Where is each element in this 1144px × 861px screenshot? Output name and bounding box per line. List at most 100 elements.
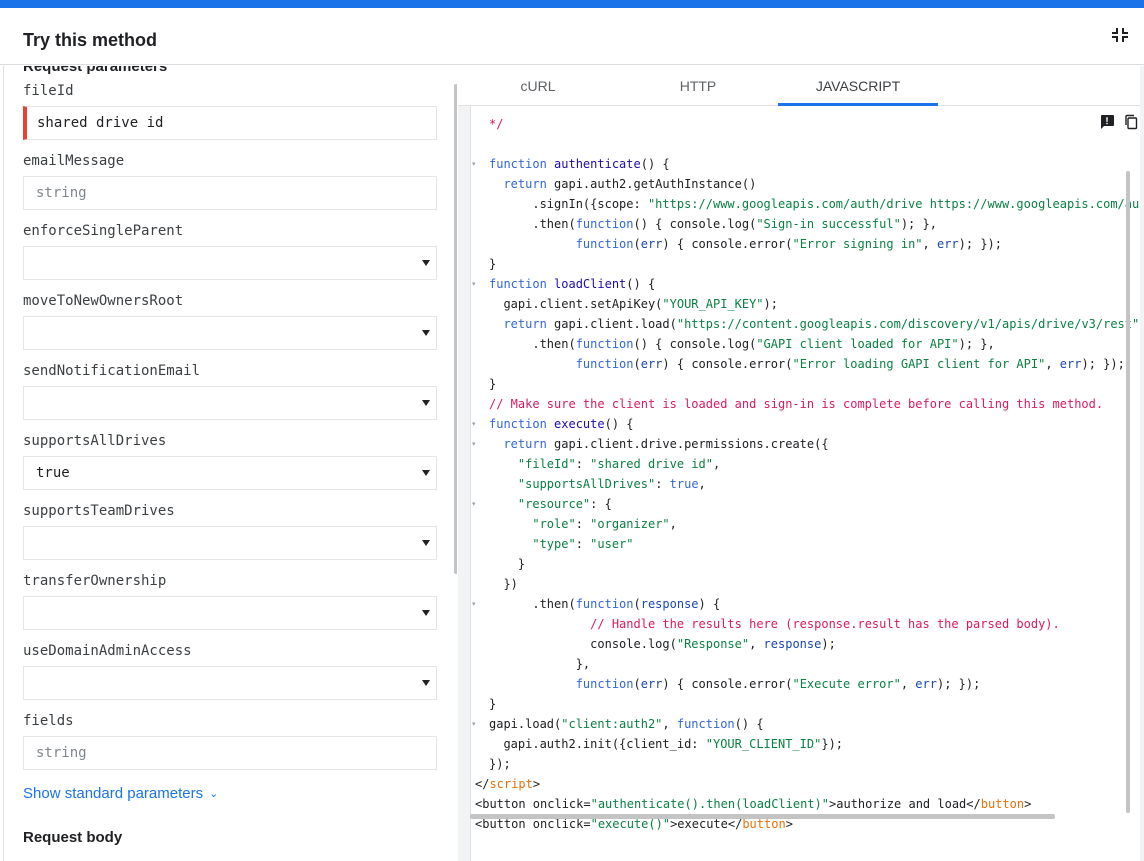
code-token: () { console.log( — [633, 337, 757, 351]
code-token: execute — [554, 417, 605, 431]
code-token: }); — [821, 737, 844, 751]
param-select[interactable] — [23, 666, 437, 700]
fold-arrow-icon[interactable]: ▾ — [472, 280, 476, 288]
code-line: // Make sure the client is loaded and si… — [489, 394, 1103, 414]
fold-arrow-icon[interactable]: ▾ — [472, 600, 476, 608]
code-token: button — [742, 817, 786, 831]
code-token: : — [655, 477, 670, 491]
code-line: }) — [489, 574, 518, 594]
code-actions — [1099, 114, 1140, 132]
code-line: console.log("Response", response); — [489, 634, 836, 654]
code-token: } — [489, 257, 497, 271]
code-token: > — [532, 777, 541, 791]
code-token: "Sign-in successful" — [756, 217, 901, 231]
param-select[interactable] — [23, 386, 437, 420]
code-token: ); }); — [936, 677, 981, 691]
code-token: gapi.client.load( — [546, 317, 677, 331]
code-line: function execute() { — [489, 414, 634, 434]
code-token: () { — [626, 277, 656, 291]
code-token: button — [980, 797, 1025, 811]
param-input[interactable]: string — [23, 736, 437, 770]
param-select[interactable] — [23, 596, 437, 630]
fold-arrow-icon[interactable]: ▾ — [472, 500, 476, 508]
param-input[interactable]: shared drive id — [23, 106, 437, 140]
code-line: return gapi.auth2.getAuthInstance() — [489, 174, 756, 194]
code-line: } — [489, 374, 496, 394]
code-token: }, — [489, 657, 591, 671]
fold-arrow-icon[interactable]: ▾ — [472, 160, 476, 168]
code-line: function loadClient() { — [489, 274, 655, 294]
param-label: enforceSingleParent — [23, 223, 184, 239]
code-line: }, — [489, 654, 590, 674]
param-useDomainAdminAccess: useDomainAdminAccess — [23, 640, 437, 700]
feedback-icon[interactable] — [1099, 114, 1115, 130]
code-token: response — [640, 597, 699, 611]
code-token: "execute()" — [590, 817, 671, 831]
param-label: supportsTeamDrives — [23, 503, 175, 519]
code-token: <button onclick= — [475, 817, 591, 831]
dropdown-caret-icon — [422, 260, 430, 266]
show-standard-label: Show standard parameters — [23, 785, 204, 802]
code-line: .then(function() { console.log("Sign-in … — [489, 214, 937, 234]
code-line: gapi.client.setApiKey("YOUR_API_KEY"); — [489, 294, 778, 314]
left-scrollbar[interactable] — [454, 84, 457, 574]
code-token: err — [1059, 357, 1082, 371]
tab-http[interactable]: HTTP — [618, 66, 778, 106]
code-token: () { — [734, 717, 764, 731]
code-horizontal-scrollbar[interactable] — [470, 814, 1055, 819]
code-token: gapi.client.setApiKey( — [489, 297, 663, 311]
code-token: "Error signing in" — [792, 237, 923, 251]
param-emailMessage: emailMessage string — [23, 150, 437, 210]
code-token: ) { — [698, 597, 721, 611]
code-token: }) — [489, 577, 518, 591]
code-vertical-scrollbar[interactable] — [1126, 171, 1130, 813]
code-token: : — [575, 457, 591, 471]
fold-arrow-icon[interactable]: ▾ — [472, 440, 476, 448]
code-token: , — [749, 637, 764, 651]
code-line: return gapi.client.drive.permissions.cre… — [489, 434, 829, 454]
code-token: , — [698, 477, 706, 491]
copy-icon[interactable] — [1123, 114, 1139, 130]
code-token: </ — [475, 777, 490, 791]
param-label: emailMessage — [23, 153, 125, 169]
code-token: () { console.log( — [633, 217, 757, 231]
param-label: supportsAllDrives — [23, 433, 167, 449]
fold-arrow-icon[interactable]: ▾ — [472, 720, 476, 728]
code-token: ( — [633, 597, 641, 611]
code-line: function(err) { console.error("Error loa… — [489, 354, 1125, 374]
param-supportsAllDrives: supportsAllDrives true — [23, 430, 437, 490]
code-token: function — [489, 157, 547, 171]
param-select[interactable] — [23, 246, 437, 280]
code-token: console.log( — [489, 637, 677, 651]
code-token: "YOUR_CLIENT_ID" — [705, 737, 822, 751]
code-token: "shared drive id" — [590, 457, 713, 471]
param-label: fileId — [23, 83, 74, 99]
tab-curl[interactable]: cURL — [458, 66, 618, 106]
param-select[interactable]: true — [23, 456, 437, 490]
param-select[interactable] — [23, 526, 437, 560]
fold-arrow-icon[interactable]: ▾ — [472, 420, 476, 428]
code-line: </script> — [475, 774, 540, 794]
code-line: gapi.load("client:auth2", function() { — [489, 714, 764, 734]
collapse-icon[interactable] — [1110, 26, 1128, 44]
tab-javascript[interactable]: JAVASCRIPT — [778, 66, 938, 106]
param-select[interactable] — [23, 316, 437, 350]
param-label: fields — [23, 713, 74, 729]
code-token: return — [503, 317, 547, 331]
param-input[interactable]: string — [23, 176, 437, 210]
code-token: err — [640, 237, 663, 251]
code-token: gapi.client.drive.permissions.create({ — [546, 437, 829, 451]
code-token: // Make sure the client is loaded and si… — [489, 397, 1104, 411]
code-token: gapi.auth2.getAuthInstance() — [546, 177, 757, 191]
code-token: authenticate — [554, 157, 641, 171]
code-token: : — [575, 517, 591, 531]
show-standard-parameters-link[interactable]: Show standard parameters ⌄ — [23, 785, 218, 802]
